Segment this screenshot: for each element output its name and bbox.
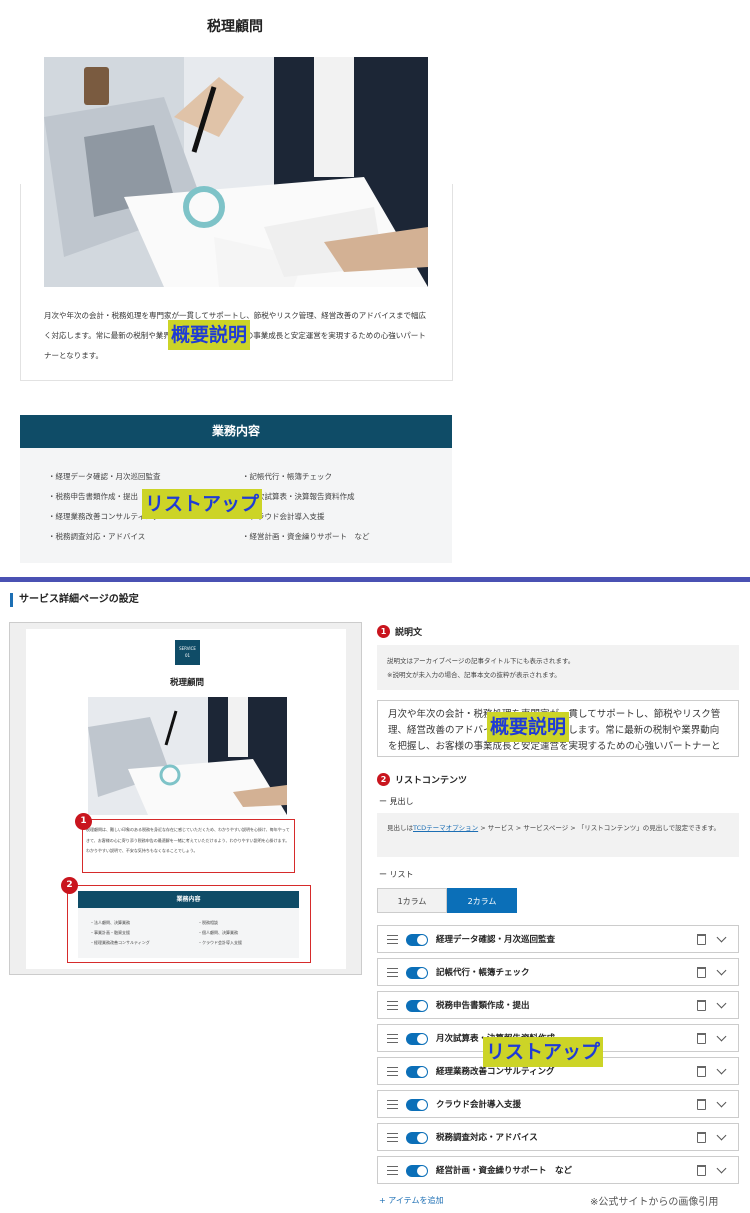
overview-label: 概要説明 — [487, 712, 570, 742]
listup-label: リストアップ — [142, 489, 263, 519]
drag-handle-icon[interactable] — [387, 1100, 398, 1109]
toggle-switch[interactable] — [406, 934, 428, 946]
trash-icon[interactable] — [697, 1000, 706, 1011]
marker-2: 2 — [61, 877, 78, 894]
preview-title: 税理顧問 — [169, 678, 204, 688]
list-item: ・税務調査対応・アドバイス — [48, 532, 146, 541]
description-note: 説明文はアーカイブページの記事タイトル下にも表示されます。 ※説明文が未入力の場… — [377, 645, 739, 690]
toggle-switch[interactable] — [406, 1099, 428, 1111]
toggle-switch[interactable] — [406, 1066, 428, 1078]
heading-note: 見出しはTCDテーマオプション > サービス > サービスページ > 「リストコ… — [377, 813, 739, 857]
tab-2-column[interactable]: 2カラム — [447, 888, 517, 913]
list-item: ・税務申告書類作成・提出 — [48, 492, 138, 501]
drag-handle-icon[interactable] — [387, 1034, 398, 1043]
settings-section-title: サービス詳細ページの設定 — [10, 593, 139, 607]
trash-icon[interactable] — [697, 1132, 706, 1143]
image-credit: ※公式サイトからの画像引用 — [590, 1197, 719, 1208]
list-item: ・記帳代行・帳簿チェック — [242, 472, 332, 481]
chevron-down-icon[interactable] — [716, 1097, 727, 1108]
chevron-down-icon[interactable] — [716, 1064, 727, 1075]
marker-1: 1 — [377, 625, 390, 638]
drag-handle-icon[interactable] — [387, 1166, 398, 1175]
list-row[interactable]: 記帳代行・帳簿チェック — [377, 958, 739, 986]
list-contents-label: リストコンテンツ — [395, 776, 468, 786]
marker-1: 1 — [75, 813, 92, 830]
list-row[interactable]: クラウド会計導入支援 — [377, 1090, 739, 1118]
chevron-down-icon[interactable] — [716, 932, 727, 943]
drag-handle-icon[interactable] — [387, 1067, 398, 1076]
toggle-switch[interactable] — [406, 1132, 428, 1144]
listup-label: リストアップ — [483, 1037, 604, 1067]
toggle-switch[interactable] — [406, 1000, 428, 1012]
drag-handle-icon[interactable] — [387, 1133, 398, 1142]
list-subsection: ー リスト — [379, 870, 414, 879]
list-item: ・経理データ確認・月次巡回監査 — [48, 472, 161, 481]
trash-icon[interactable] — [697, 1033, 706, 1044]
services-heading: 業務内容 — [20, 415, 452, 448]
preview-highlight-description — [82, 819, 295, 873]
tab-1-column[interactable]: 1カラム — [377, 888, 447, 913]
service-badge: SERVICE 01 — [175, 640, 200, 665]
tcd-theme-option-link[interactable]: TCDテーマオプション — [413, 824, 478, 832]
trash-icon[interactable] — [697, 967, 706, 978]
list-item: ・経営計画・資金繰りサポート など — [242, 532, 370, 541]
chevron-down-icon[interactable] — [716, 1130, 727, 1141]
list-row[interactable]: 経理データ確認・月次巡回監査 — [377, 925, 739, 953]
description-label: 説明文 — [395, 628, 423, 638]
drag-handle-icon[interactable] — [387, 1001, 398, 1010]
page-title: 税理顧問 — [207, 19, 263, 35]
trash-icon[interactable] — [697, 1099, 706, 1110]
hero-photo — [44, 57, 428, 287]
list-row[interactable]: 税務調査対応・アドバイス — [377, 1123, 739, 1151]
toggle-switch[interactable] — [406, 1165, 428, 1177]
toggle-switch[interactable] — [406, 1033, 428, 1045]
trash-icon[interactable] — [697, 934, 706, 945]
preview-photo — [88, 697, 287, 815]
toggle-switch[interactable] — [406, 967, 428, 979]
add-item-button[interactable]: + アイテムを追加 — [379, 1195, 443, 1206]
section-divider — [0, 577, 750, 582]
chevron-down-icon[interactable] — [716, 965, 727, 976]
trash-icon[interactable] — [697, 1165, 706, 1176]
overview-label: 概要説明 — [168, 320, 251, 350]
top-preview: 税理顧問 月次や年次の会計・税務処理を専門家が一貫してサポートし、節税やリスク管… — [0, 0, 750, 577]
marker-2: 2 — [377, 773, 390, 786]
list-row[interactable]: 税務申告書類作成・提出 — [377, 991, 739, 1019]
heading-subsection: ー 見出し — [379, 797, 414, 806]
list-row[interactable]: 経営計画・資金繰りサポート など — [377, 1156, 739, 1184]
drag-handle-icon[interactable] — [387, 935, 398, 944]
preview-highlight-list — [67, 885, 311, 963]
chevron-down-icon[interactable] — [716, 1031, 727, 1042]
chevron-down-icon[interactable] — [716, 1163, 727, 1174]
drag-handle-icon[interactable] — [387, 968, 398, 977]
trash-icon[interactable] — [697, 1066, 706, 1077]
chevron-down-icon[interactable] — [716, 998, 727, 1009]
